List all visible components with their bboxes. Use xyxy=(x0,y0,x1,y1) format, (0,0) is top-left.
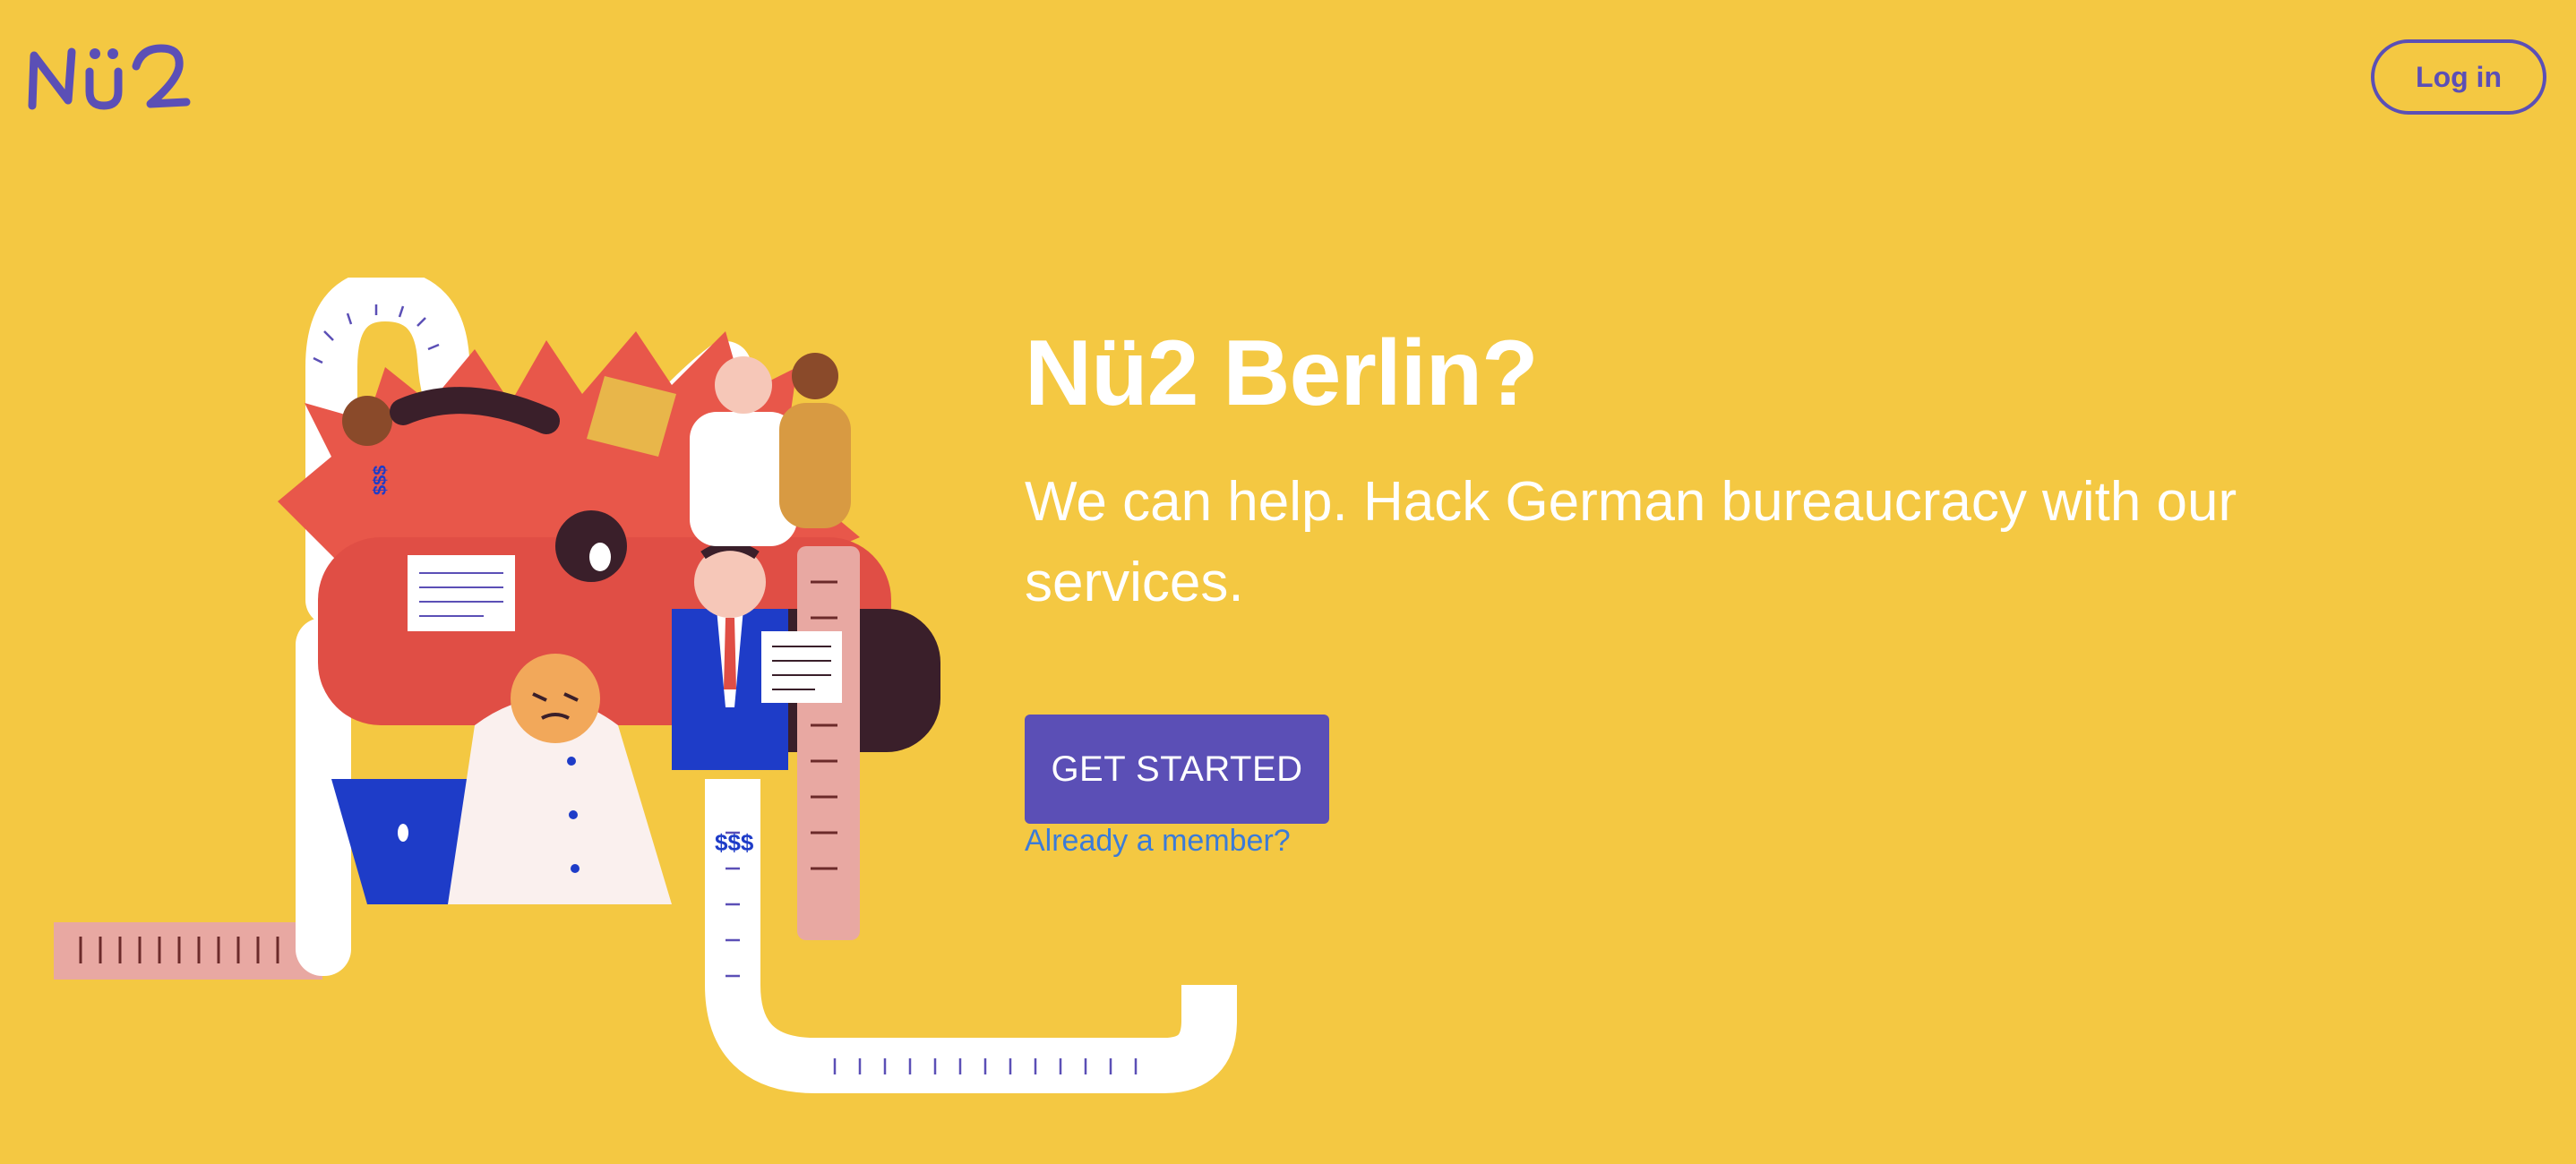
brand-logo[interactable] xyxy=(25,36,204,116)
already-member-link[interactable]: Already a member? xyxy=(1025,824,1291,859)
hero-subtitle: We can help. Hack German bureaucracy wit… xyxy=(1025,471,2237,613)
receipt-dollar-label-left: $$$ xyxy=(371,466,391,495)
hero-section: Nü2 Berlin? We can help. Hack German bur… xyxy=(1025,315,2422,623)
get-started-button[interactable]: GET STARTED xyxy=(1025,715,1329,824)
receipt-dollar-label: $$$ xyxy=(715,829,754,856)
logo-wordmark-icon xyxy=(28,44,191,110)
login-button[interactable]: Log in xyxy=(2371,39,2546,115)
page-title: Nü2 Berlin? xyxy=(1025,321,1539,425)
